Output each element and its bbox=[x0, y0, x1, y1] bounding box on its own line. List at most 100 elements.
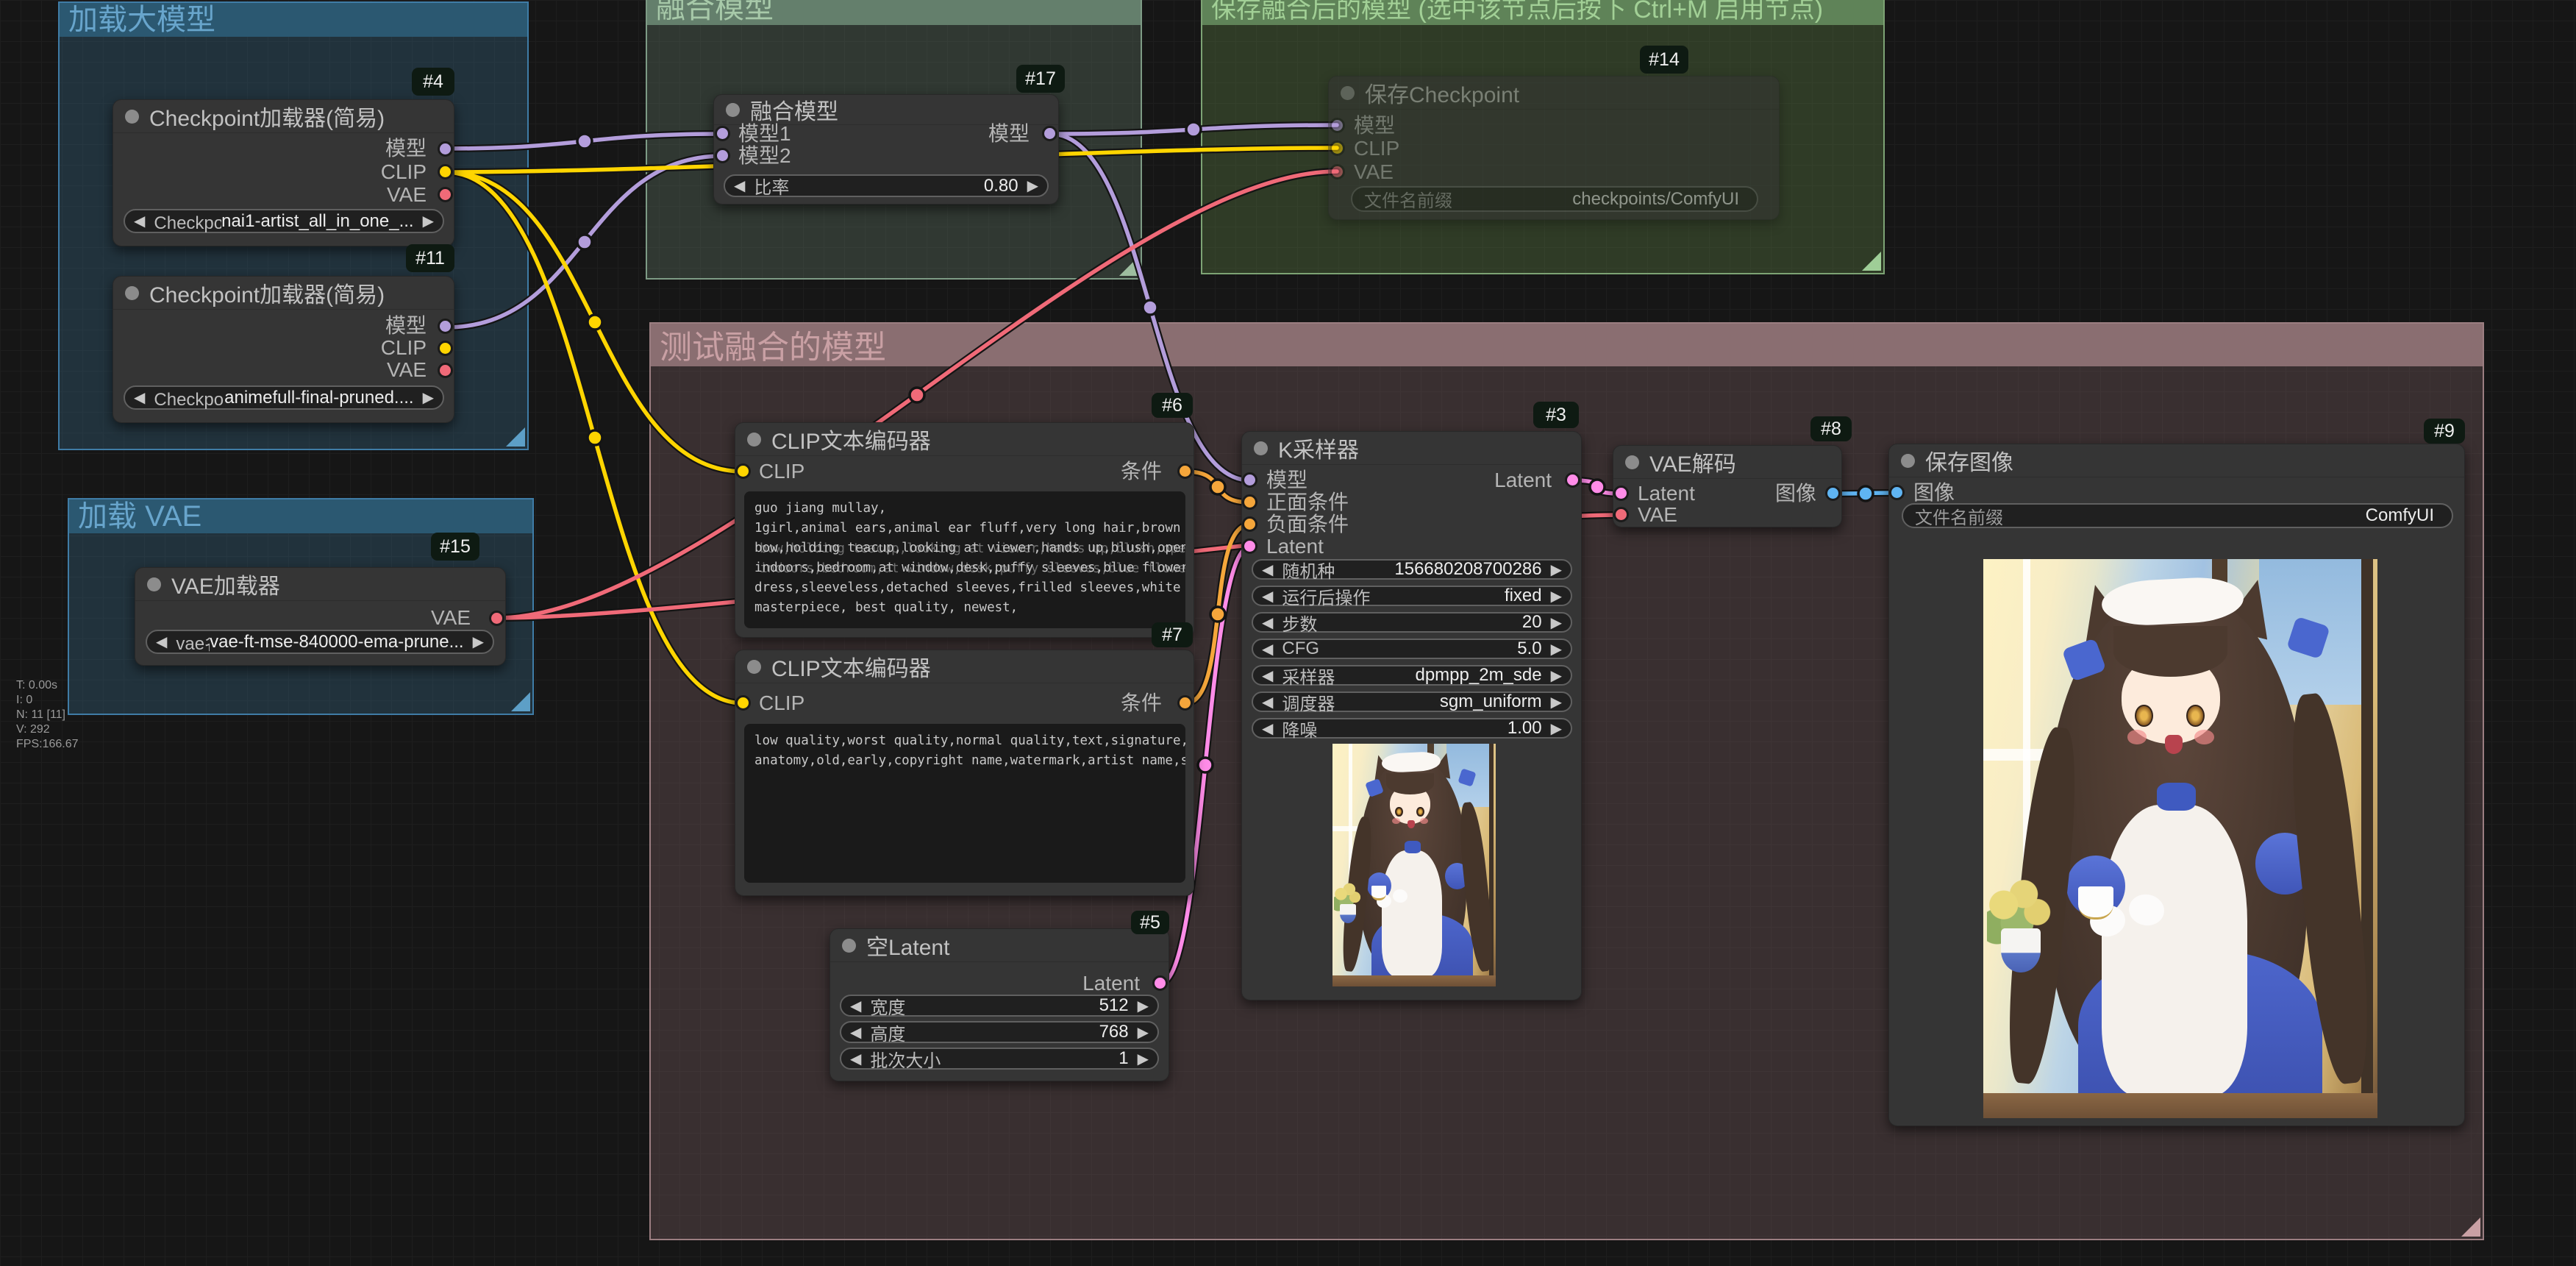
input-slot-clip[interactable] bbox=[735, 695, 751, 711]
node-titlebar[interactable]: 融合模型 bbox=[714, 95, 1058, 125]
node-titlebar[interactable]: VAE加载器 bbox=[135, 568, 505, 601]
output-slot-model[interactable] bbox=[438, 141, 453, 157]
input-slot-latent[interactable] bbox=[1242, 538, 1257, 554]
cfg-widget[interactable]: ◀ CFG 5.0 ▶ bbox=[1252, 639, 1572, 659]
output-slot-vae[interactable] bbox=[438, 363, 453, 378]
node-titlebar[interactable]: 保存图像 bbox=[1889, 444, 2464, 477]
batch-size-widget[interactable]: ◀ 批次大小 1 ▶ bbox=[840, 1048, 1159, 1070]
collapse-dot-icon[interactable] bbox=[1341, 86, 1355, 100]
prev-arrow-icon[interactable]: ◀ bbox=[1262, 614, 1273, 632]
input-slot-vae[interactable] bbox=[1613, 507, 1629, 522]
output-slot-latent[interactable] bbox=[1565, 472, 1580, 488]
next-arrow-icon[interactable]: ▶ bbox=[1138, 1050, 1149, 1068]
next-arrow-icon[interactable]: ▶ bbox=[423, 388, 434, 407]
collapse-dot-icon[interactable] bbox=[125, 286, 139, 300]
prompt-line: indoors,bedroom,at window,desk,puffy sle… bbox=[754, 558, 1175, 578]
ckpt-name-widget[interactable]: ◀ Checkpoint名称 animefull-final-pruned...… bbox=[124, 385, 444, 410]
next-arrow-icon[interactable]: ▶ bbox=[1138, 997, 1149, 1015]
width-widget[interactable]: ◀ 宽度 512 ▶ bbox=[840, 995, 1159, 1017]
node-save-checkpoint[interactable]: 保存Checkpoint 模型 CLIP VAE 文件名前缀 checkpoin… bbox=[1328, 76, 1780, 220]
input-slot-model2[interactable] bbox=[715, 148, 730, 163]
prev-arrow-icon[interactable]: ◀ bbox=[850, 997, 861, 1015]
collapse-dot-icon[interactable] bbox=[726, 103, 740, 117]
collapse-dot-icon[interactable] bbox=[1254, 441, 1268, 455]
node-titlebar[interactable]: K采样器 bbox=[1242, 432, 1581, 465]
next-arrow-icon[interactable]: ▶ bbox=[1551, 587, 1562, 605]
denoise-widget[interactable]: ◀ 降噪 1.00 ▶ bbox=[1252, 718, 1572, 739]
output-slot-cond[interactable] bbox=[1177, 695, 1193, 711]
output-slot-image[interactable] bbox=[1825, 486, 1841, 501]
prev-arrow-icon[interactable]: ◀ bbox=[1262, 693, 1273, 711]
next-arrow-icon[interactable]: ▶ bbox=[1551, 666, 1562, 685]
prev-arrow-icon[interactable]: ◀ bbox=[1262, 561, 1273, 579]
node-graph-canvas[interactable]: 加载大模型 加载 VAE 融合模型 保存融合后的模型 (选中该节点后按下 Ctr… bbox=[0, 0, 2576, 1266]
collapse-dot-icon[interactable] bbox=[747, 660, 761, 674]
next-arrow-icon[interactable]: ▶ bbox=[1027, 177, 1038, 195]
collapse-dot-icon[interactable] bbox=[125, 110, 139, 124]
filename-prefix-widget[interactable]: 文件名前缀 checkpoints/ComfyUI bbox=[1351, 186, 1758, 212]
filename-prefix-widget[interactable]: 文件名前缀 ComfyUI bbox=[1902, 503, 2453, 528]
prev-arrow-icon[interactable]: ◀ bbox=[134, 388, 145, 407]
ratio-widget[interactable]: ◀ 比率 0.80 ▶ bbox=[724, 174, 1049, 197]
node-title: VAE解码 bbox=[1649, 446, 1736, 478]
output-slot-vae[interactable] bbox=[438, 187, 453, 202]
node-titlebar[interactable]: CLIP文本编码器 bbox=[735, 650, 1194, 683]
ckpt-name-widget[interactable]: ◀ Checkpoint名称 nai1-artist_all_in_one_..… bbox=[124, 209, 444, 233]
collapse-dot-icon[interactable] bbox=[842, 939, 856, 953]
output-slot-vae[interactable] bbox=[489, 611, 504, 626]
next-arrow-icon[interactable]: ▶ bbox=[1551, 561, 1562, 579]
collapse-dot-icon[interactable] bbox=[747, 433, 761, 447]
output-slot-clip[interactable] bbox=[438, 341, 453, 356]
input-slot-model[interactable] bbox=[1242, 472, 1257, 488]
node-titlebar[interactable]: 空Latent bbox=[830, 929, 1169, 962]
node-title: 融合模型 bbox=[750, 93, 838, 126]
next-arrow-icon[interactable]: ▶ bbox=[1551, 640, 1562, 658]
input-slot-clip[interactable] bbox=[1330, 141, 1345, 156]
input-slot-model[interactable] bbox=[1330, 118, 1345, 133]
input-slot-vae[interactable] bbox=[1330, 164, 1345, 179]
input-slot-image[interactable] bbox=[1889, 485, 1905, 500]
prev-arrow-icon[interactable]: ◀ bbox=[1262, 640, 1273, 658]
prev-arrow-icon[interactable]: ◀ bbox=[850, 1050, 861, 1068]
input-slot-model1[interactable] bbox=[715, 126, 730, 141]
prev-arrow-icon[interactable]: ◀ bbox=[1262, 719, 1273, 738]
prev-arrow-icon[interactable]: ◀ bbox=[734, 177, 745, 195]
prev-arrow-icon[interactable]: ◀ bbox=[850, 1023, 861, 1042]
node-titlebar[interactable]: VAE解码 bbox=[1613, 446, 1841, 479]
collapse-dot-icon[interactable] bbox=[1625, 455, 1639, 469]
input-slot-latent[interactable] bbox=[1613, 486, 1629, 501]
next-arrow-icon[interactable]: ▶ bbox=[473, 633, 484, 651]
input-slot-positive[interactable] bbox=[1242, 494, 1257, 510]
control-after-generate-widget[interactable]: ◀ 运行后操作 fixed ▶ bbox=[1252, 586, 1572, 606]
prev-arrow-icon[interactable]: ◀ bbox=[134, 212, 145, 230]
node-titlebar[interactable]: CLIP文本编码器 bbox=[735, 423, 1194, 456]
node-titlebar[interactable]: 保存Checkpoint bbox=[1329, 77, 1779, 110]
output-slot-model[interactable] bbox=[1042, 126, 1057, 141]
prev-arrow-icon[interactable]: ◀ bbox=[1262, 587, 1273, 605]
next-arrow-icon[interactable]: ▶ bbox=[1551, 693, 1562, 711]
sampler-widget[interactable]: ◀ 采样器 dpmpp_2m_sde ▶ bbox=[1252, 665, 1572, 686]
prev-arrow-icon[interactable]: ◀ bbox=[1262, 666, 1273, 685]
collapse-dot-icon[interactable] bbox=[1901, 454, 1915, 468]
height-widget[interactable]: ◀ 高度 768 ▶ bbox=[840, 1021, 1159, 1043]
output-slot-latent[interactable] bbox=[1152, 975, 1168, 991]
next-arrow-icon[interactable]: ▶ bbox=[423, 212, 434, 230]
next-arrow-icon[interactable]: ▶ bbox=[1138, 1023, 1149, 1042]
positive-prompt-textarea[interactable]: guo jiang mullay, 1girl,animal ears,anim… bbox=[744, 491, 1185, 628]
next-arrow-icon[interactable]: ▶ bbox=[1551, 614, 1562, 632]
prev-arrow-icon[interactable]: ◀ bbox=[156, 633, 167, 651]
node-titlebar[interactable]: Checkpoint加载器(简易) bbox=[113, 277, 454, 310]
collapse-dot-icon[interactable] bbox=[147, 577, 161, 591]
seed-widget[interactable]: ◀ 随机种 156680208700286 ▶ bbox=[1252, 559, 1572, 580]
negative-prompt-textarea[interactable]: low quality,worst quality,normal quality… bbox=[744, 724, 1185, 883]
input-slot-negative[interactable] bbox=[1242, 516, 1257, 532]
scheduler-widget[interactable]: ◀ 调度器 sgm_uniform ▶ bbox=[1252, 691, 1572, 712]
input-slot-clip[interactable] bbox=[735, 463, 751, 479]
output-slot-clip[interactable] bbox=[438, 164, 453, 179]
vae-name-widget[interactable]: ◀ vae名称 vae-ft-mse-840000-ema-prune... ▶ bbox=[146, 630, 494, 654]
node-titlebar[interactable]: Checkpoint加载器(简易) bbox=[113, 100, 454, 133]
steps-widget[interactable]: ◀ 步数 20 ▶ bbox=[1252, 612, 1572, 633]
output-slot-model[interactable] bbox=[438, 319, 453, 334]
output-slot-cond[interactable] bbox=[1177, 463, 1193, 479]
next-arrow-icon[interactable]: ▶ bbox=[1551, 719, 1562, 738]
